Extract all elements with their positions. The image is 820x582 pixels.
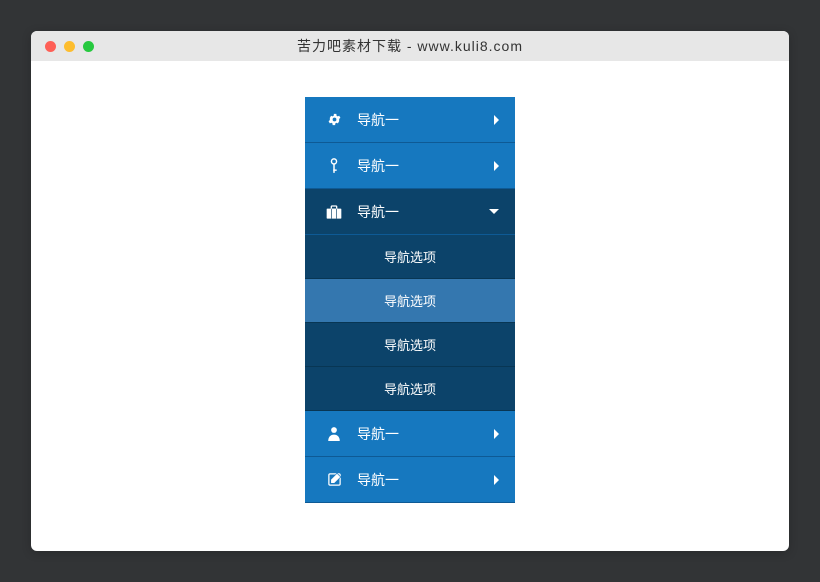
window-title: 苦力吧素材下载 - www.kuli8.com <box>31 36 789 56</box>
nav-item-user[interactable]: 导航一 <box>305 411 515 457</box>
maximize-button[interactable] <box>83 41 94 52</box>
nav-item-label: 导航一 <box>357 424 494 444</box>
gear-icon <box>325 112 343 127</box>
nav-item-label: 导航一 <box>357 110 494 130</box>
nav-item-label: 导航一 <box>357 156 494 176</box>
subnav-item[interactable]: 导航选项 <box>305 279 515 323</box>
chevron-right-icon <box>494 161 499 171</box>
chevron-down-icon <box>489 209 499 214</box>
nav-item-briefcase[interactable]: 导航一 <box>305 189 515 235</box>
nav-item-key[interactable]: 导航一 <box>305 143 515 189</box>
chevron-right-icon <box>494 429 499 439</box>
key-icon <box>325 158 343 174</box>
subnav-item[interactable]: 导航选项 <box>305 235 515 279</box>
chevron-right-icon <box>494 115 499 125</box>
content-area: 导航一 导航一 导航一 导航选项 <box>31 61 789 551</box>
nav-item-settings[interactable]: 导航一 <box>305 97 515 143</box>
nav-item-label: 导航一 <box>357 470 494 490</box>
subnav-item[interactable]: 导航选项 <box>305 367 515 411</box>
window-controls <box>45 41 94 52</box>
subnav-item-label: 导航选项 <box>384 247 436 266</box>
nav-item-label: 导航一 <box>357 202 489 222</box>
subnav-item-label: 导航选项 <box>384 291 436 310</box>
nav-item-edit[interactable]: 导航一 <box>305 457 515 503</box>
minimize-button[interactable] <box>64 41 75 52</box>
briefcase-icon <box>325 205 343 219</box>
subnav-item-label: 导航选项 <box>384 335 436 354</box>
user-icon <box>325 426 343 441</box>
close-button[interactable] <box>45 41 56 52</box>
chevron-right-icon <box>494 475 499 485</box>
browser-window: 苦力吧素材下载 - www.kuli8.com 导航一 导航一 <box>31 31 789 551</box>
titlebar: 苦力吧素材下载 - www.kuli8.com <box>31 31 789 61</box>
vertical-nav: 导航一 导航一 导航一 导航选项 <box>305 97 515 503</box>
edit-icon <box>325 472 343 487</box>
subnav-item-label: 导航选项 <box>384 379 436 398</box>
subnav-item[interactable]: 导航选项 <box>305 323 515 367</box>
subnav: 导航选项 导航选项 导航选项 导航选项 <box>305 235 515 411</box>
